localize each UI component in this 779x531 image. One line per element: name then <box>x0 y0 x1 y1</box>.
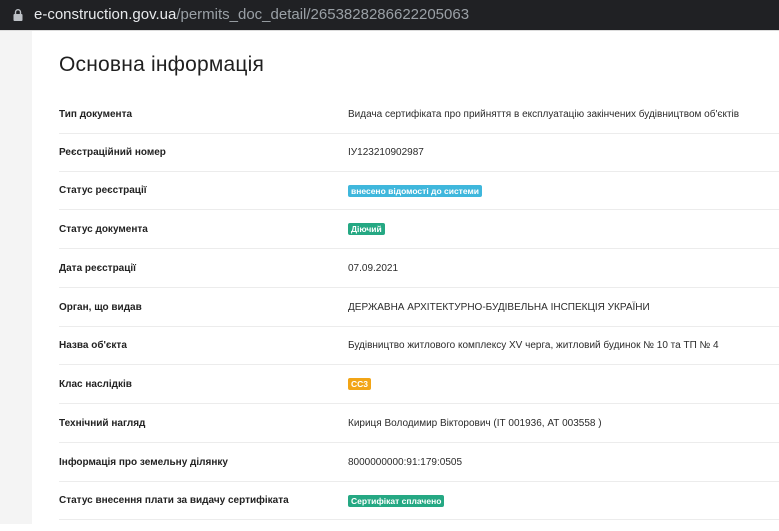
row-value: ІУ123210902987 <box>348 147 424 158</box>
info-row-issuing-authority: Орган, що видав ДЕРЖАВНА АРХІТЕКТУРНО-БУ… <box>59 288 779 327</box>
row-label: Клас наслідків <box>59 378 132 390</box>
info-row-registration-number: Реєстраційний номер ІУ123210902987 <box>59 134 779 172</box>
info-row-consequence-class: Клас наслідків СС3 <box>59 365 779 404</box>
row-label: Інформація про земельну ділянку <box>59 456 228 468</box>
row-value: ДЕРЖАВНА АРХІТЕКТУРНО-БУДІВЕЛЬНА ІНСПЕКЦ… <box>348 301 650 313</box>
info-row-payment-status: Статус внесення плати за видачу сертифік… <box>59 482 779 520</box>
row-value: 8000000000:91:179:0505 <box>348 456 463 468</box>
row-value: 07.09.2021 <box>348 262 399 274</box>
info-row-object-name: Назва об'єкта Будівництво житлового комп… <box>59 327 779 365</box>
row-value: Будівництво житлового комплексу XV черга… <box>348 340 719 351</box>
row-label: Тип документа <box>59 108 133 120</box>
url-host: e-construction.gov.ua <box>34 6 177 23</box>
info-row-document-status: Статус документа Діючий <box>59 210 779 249</box>
status-badge: внесено відомості до системи <box>348 184 482 197</box>
lock-icon <box>13 9 23 21</box>
row-label: Назва об'єкта <box>59 340 127 351</box>
row-value: Кириця Володимир Вікторович (ІТ 001936, … <box>348 417 602 429</box>
row-label: Реєстраційний номер <box>59 147 166 158</box>
status-badge: Діючий <box>348 223 385 235</box>
browser-address-bar[interactable]: e-construction.gov.ua/permits_doc_detail… <box>0 0 779 30</box>
row-label: Статус реєстрації <box>59 185 147 196</box>
row-value: Діючий <box>348 210 385 248</box>
url-path: /permits_doc_detail/2653828286622205063 <box>176 6 470 23</box>
info-row-technical-supervision: Технічний нагляд Кириця Володимир Віктор… <box>59 404 779 443</box>
url-text[interactable]: e-construction.gov.ua/permits_doc_detail… <box>34 6 469 24</box>
row-label: Статус внесення плати за видачу сертифік… <box>59 495 289 506</box>
row-value: Видача сертифіката про прийняття в експл… <box>348 108 740 120</box>
info-row-land-plot: Інформація про земельну ділянку 80000000… <box>59 443 779 482</box>
row-label: Технічний нагляд <box>59 417 146 429</box>
row-label: Статус документа <box>59 223 148 235</box>
class-badge: СС3 <box>348 378 372 390</box>
section-title: Основна інформація <box>59 53 265 76</box>
info-row-document-type: Тип документа Видача сертифіката про при… <box>59 95 779 134</box>
status-badge: Сертифікат сплачено <box>348 494 445 507</box>
row-value: СС3 <box>348 365 372 403</box>
row-label: Орган, що видав <box>59 301 142 313</box>
info-row-registration-date: Дата реєстрації 07.09.2021 <box>59 249 779 288</box>
row-label: Дата реєстрації <box>59 262 136 274</box>
row-value: внесено відомості до системи <box>348 172 482 209</box>
info-row-registration-status: Статус реєстрації внесено відомості до с… <box>59 172 779 210</box>
row-value: Сертифікат сплачено <box>348 482 445 519</box>
